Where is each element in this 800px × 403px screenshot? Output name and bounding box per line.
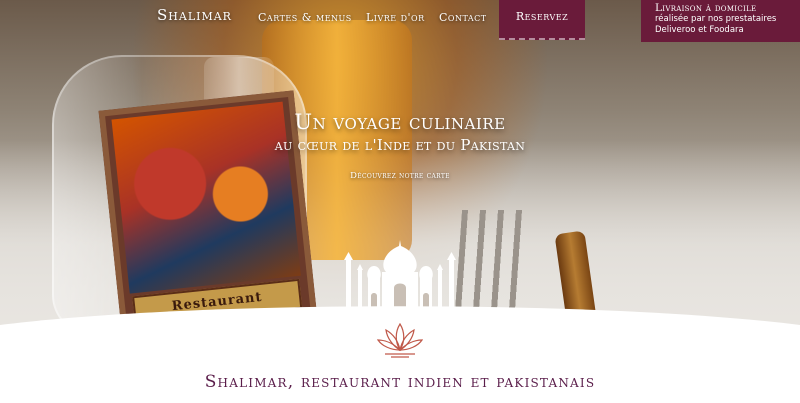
hero-subtitle: au cœur de l'Inde et du Pakistan xyxy=(274,136,526,154)
reserve-button[interactable]: Reservez xyxy=(499,0,585,40)
nav-link-menus[interactable]: Cartes & menus xyxy=(258,11,352,24)
hero-title: Un voyage culinaire xyxy=(294,110,506,134)
delivery-title: Livraison à domicile xyxy=(655,2,757,14)
delivery-banner[interactable]: Livraison à domicile réalisée par nos pr… xyxy=(641,0,800,42)
delivery-line-2: Deliveroo et Foodara xyxy=(655,25,744,35)
delivery-line-1: réalisée par nos prestataires xyxy=(655,14,777,24)
nav-link-guestbook[interactable]: Livre d'or xyxy=(366,11,425,24)
top-navigation: Shalimar Cartes & menus Livre d'or Conta… xyxy=(0,0,800,42)
discover-menu-link[interactable]: Découvrez notre carte xyxy=(0,171,800,181)
section-title: Shalimar, restaurant indien et pakistana… xyxy=(204,372,596,392)
site-logo[interactable]: Shalimar xyxy=(157,6,232,24)
nav-link-contact[interactable]: Contact xyxy=(439,11,487,24)
lotus-icon xyxy=(377,322,423,358)
